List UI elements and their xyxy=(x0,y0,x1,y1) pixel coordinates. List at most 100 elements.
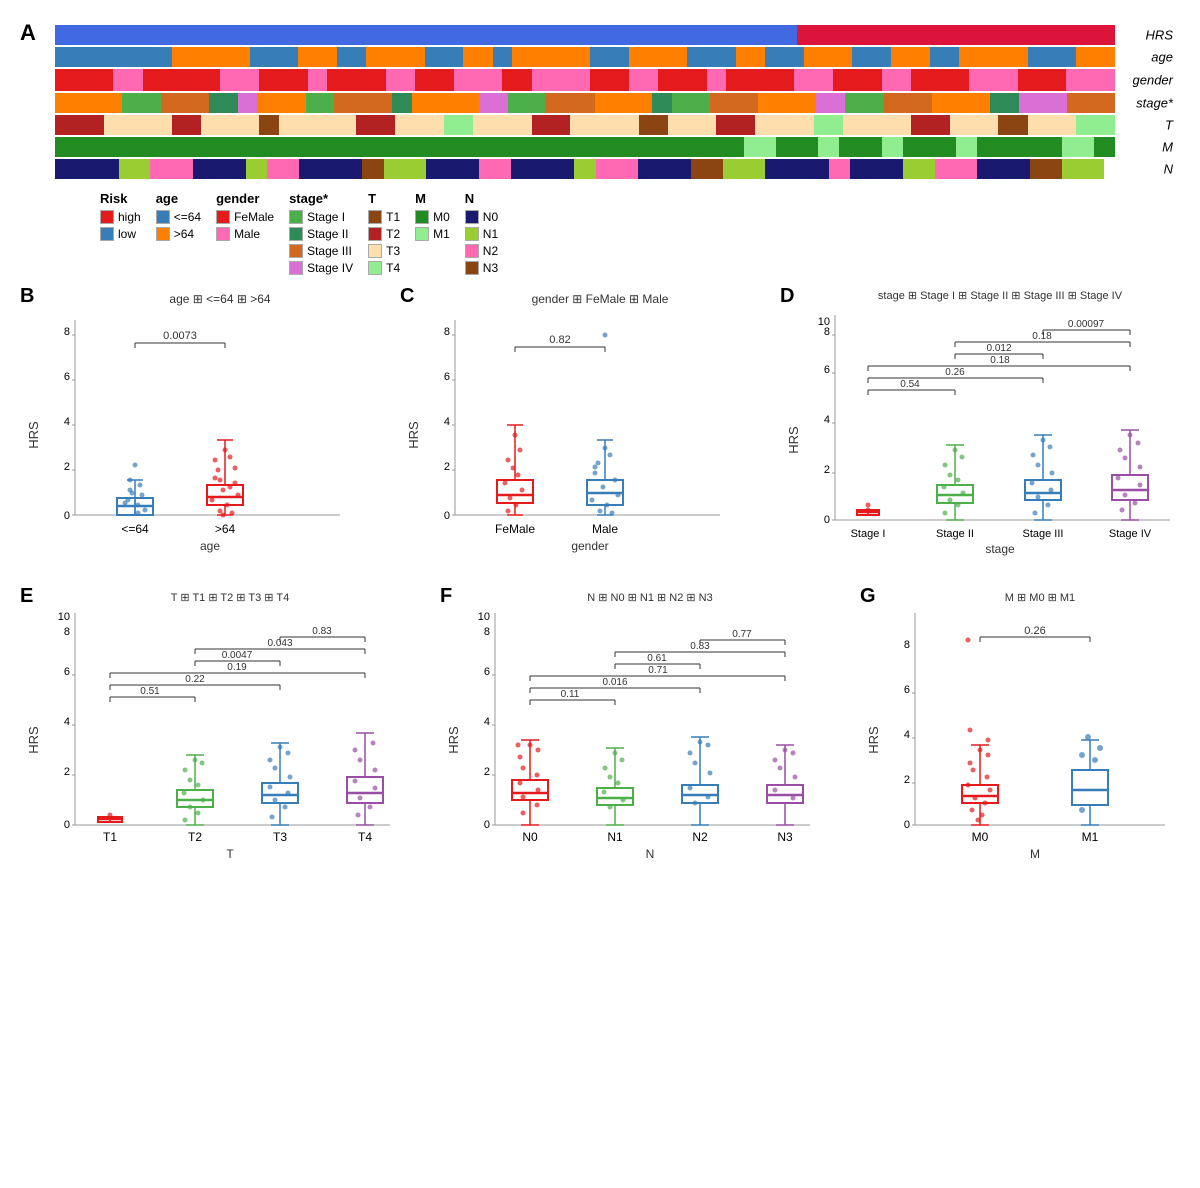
heatmap-row-T: T xyxy=(55,115,1115,135)
svg-text:0.016: 0.016 xyxy=(602,677,627,688)
legend-N: N N0 N1 N2 N3 xyxy=(465,191,498,275)
legend-N3-label: N3 xyxy=(483,261,498,275)
svg-text:8: 8 xyxy=(444,326,450,338)
legend-stage-II-label: Stage II xyxy=(307,227,348,241)
panel-d-label: D xyxy=(780,285,794,308)
svg-text:0: 0 xyxy=(824,514,830,526)
svg-text:8: 8 xyxy=(484,626,490,638)
svg-text:8: 8 xyxy=(904,639,910,651)
svg-text:HRS: HRS xyxy=(26,726,41,754)
age-label: age xyxy=(1151,50,1173,65)
svg-text:M: M xyxy=(1030,847,1040,861)
svg-text:4: 4 xyxy=(64,416,70,428)
heatmap-row-M: M xyxy=(55,137,1115,157)
svg-text:4: 4 xyxy=(824,414,830,426)
svg-text:8: 8 xyxy=(64,626,70,638)
svg-text:HRS: HRS xyxy=(446,726,461,754)
legend-M: M M0 M1 xyxy=(415,191,450,241)
svg-text:M ⊞ M0 ⊞ M1: M ⊞ M0 ⊞ M1 xyxy=(1005,592,1075,604)
svg-text:0.26: 0.26 xyxy=(945,367,965,378)
plot-c-svg: gender ⊞ FeMale ⊞ Male HRS 0 2 4 6 8 xyxy=(400,285,760,565)
plot-b-svg: age ⊞ <=64 ⊞ >64 HRS 0 2 4 6 8 xyxy=(20,285,380,565)
panel-f: F N ⊞ N0 ⊞ N1 ⊞ N2 ⊞ N3 HRS 0 2 4 6 8 10 xyxy=(440,585,820,880)
svg-text:0.82: 0.82 xyxy=(549,334,570,346)
svg-text:2: 2 xyxy=(824,464,830,476)
svg-text:10: 10 xyxy=(818,316,830,328)
legend-stage-II: Stage II xyxy=(289,227,353,241)
svg-text:T3: T3 xyxy=(273,830,287,844)
panel-e: E T ⊞ T1 ⊞ T2 ⊞ T3 ⊞ T4 HRS 0 2 4 6 8 10 xyxy=(20,585,400,880)
svg-text:6: 6 xyxy=(824,364,830,376)
svg-text:Male: Male xyxy=(592,522,618,536)
svg-text:0.77: 0.77 xyxy=(732,629,752,640)
N-label: N xyxy=(1164,162,1173,177)
panel-a: A HRS xyxy=(20,20,1180,275)
panel-a-label: A xyxy=(20,20,36,46)
legend-T2-label: T2 xyxy=(386,227,400,241)
svg-text:<=64: <=64 xyxy=(121,522,149,536)
legend-T: T T1 T2 T3 T4 xyxy=(368,191,400,275)
hrs-label: HRS xyxy=(1146,28,1173,43)
svg-text:10: 10 xyxy=(478,611,490,623)
panel-b: B age ⊞ <=64 ⊞ >64 HRS 0 2 4 6 8 xyxy=(20,285,380,570)
panel-e-label: E xyxy=(20,585,33,608)
legend-T1-label: T1 xyxy=(386,210,400,224)
svg-text:N0: N0 xyxy=(522,830,538,844)
svg-text:4: 4 xyxy=(904,729,910,741)
legend-N1-label: N1 xyxy=(483,227,498,241)
legend-age-le64-label: <=64 xyxy=(174,210,201,224)
panel-g-label: G xyxy=(860,585,876,608)
svg-text:6: 6 xyxy=(64,371,70,383)
svg-text:0: 0 xyxy=(484,819,490,831)
legend-stage-title: stage* xyxy=(289,191,353,206)
svg-text:0.71: 0.71 xyxy=(648,665,668,676)
plot-g-svg: M ⊞ M0 ⊞ M1 HRS 0 2 4 6 8 xyxy=(860,585,1180,875)
svg-text:M1: M1 xyxy=(1082,830,1099,844)
svg-text:0.26: 0.26 xyxy=(1024,625,1045,637)
plot-d-svg: stage ⊞ Stage I ⊞ Stage II ⊞ Stage III ⊞… xyxy=(780,285,1180,565)
legend-gender-female-label: FeMale xyxy=(234,210,274,224)
svg-text:0.19: 0.19 xyxy=(227,662,247,673)
svg-text:T2: T2 xyxy=(188,830,202,844)
svg-text:Stage II: Stage II xyxy=(936,528,974,540)
legend-M-title: M xyxy=(415,191,450,206)
svg-text:2: 2 xyxy=(64,766,70,778)
legend-stage-I-label: Stage I xyxy=(307,210,345,224)
svg-text:6: 6 xyxy=(444,371,450,383)
svg-text:4: 4 xyxy=(64,716,70,728)
row-efg: E T ⊞ T1 ⊞ T2 ⊞ T3 ⊞ T4 HRS 0 2 4 6 8 10 xyxy=(20,585,1180,880)
legend: Risk high low age <=64 xyxy=(100,191,1180,275)
legend-M0-label: M0 xyxy=(433,210,450,224)
heatmap-wrapper: HRS xyxy=(55,25,1115,179)
panel-d: D stage ⊞ Stage I ⊞ Stage II ⊞ Stage III… xyxy=(780,285,1180,570)
svg-text:T ⊞ T1 ⊞ T2 ⊞ T3 ⊞ T4: T ⊞ T1 ⊞ T2 ⊞ T3 ⊞ T4 xyxy=(171,592,289,604)
svg-text:N1: N1 xyxy=(607,830,623,844)
svg-text:age ⊞ <=64 ⊞ >64: age ⊞ <=64 ⊞ >64 xyxy=(169,292,271,306)
svg-text:10: 10 xyxy=(58,611,70,623)
svg-text:0.22: 0.22 xyxy=(185,674,205,685)
legend-stage: stage* Stage I Stage II Stage III Stage … xyxy=(289,191,353,275)
legend-N-title: N xyxy=(465,191,498,206)
panel-f-label: F xyxy=(440,585,452,608)
plot-f-svg: N ⊞ N0 ⊞ N1 ⊞ N2 ⊞ N3 HRS 0 2 4 6 8 10 xyxy=(440,585,820,875)
svg-text:T: T xyxy=(226,847,234,861)
legend-stage-III-label: Stage III xyxy=(307,244,352,258)
heatmap-row-hrs: HRS xyxy=(55,25,1115,45)
svg-text:stage ⊞ Stage I ⊞ Stage II ⊞ S: stage ⊞ Stage I ⊞ Stage II ⊞ Stage III ⊞… xyxy=(878,290,1123,302)
legend-gender-male-label: Male xyxy=(234,227,260,241)
svg-text:6: 6 xyxy=(484,666,490,678)
legend-stage-IV: Stage IV xyxy=(289,261,353,275)
legend-stage-III: Stage III xyxy=(289,244,353,258)
svg-text:HRS: HRS xyxy=(866,726,881,754)
svg-text:Stage III: Stage III xyxy=(1023,528,1064,540)
legend-risk-high-label: high xyxy=(118,210,141,224)
svg-text:0.51: 0.51 xyxy=(140,686,160,697)
svg-text:FeMale: FeMale xyxy=(495,522,535,536)
svg-text:8: 8 xyxy=(64,326,70,338)
svg-text:0: 0 xyxy=(904,819,910,831)
legend-gender-male: Male xyxy=(216,227,274,241)
legend-risk-title: Risk xyxy=(100,191,141,206)
svg-text:0.0073: 0.0073 xyxy=(163,330,197,342)
panel-c: C gender ⊞ FeMale ⊞ Male HRS 0 2 4 6 8 xyxy=(400,285,760,570)
svg-text:gender: gender xyxy=(571,539,608,553)
